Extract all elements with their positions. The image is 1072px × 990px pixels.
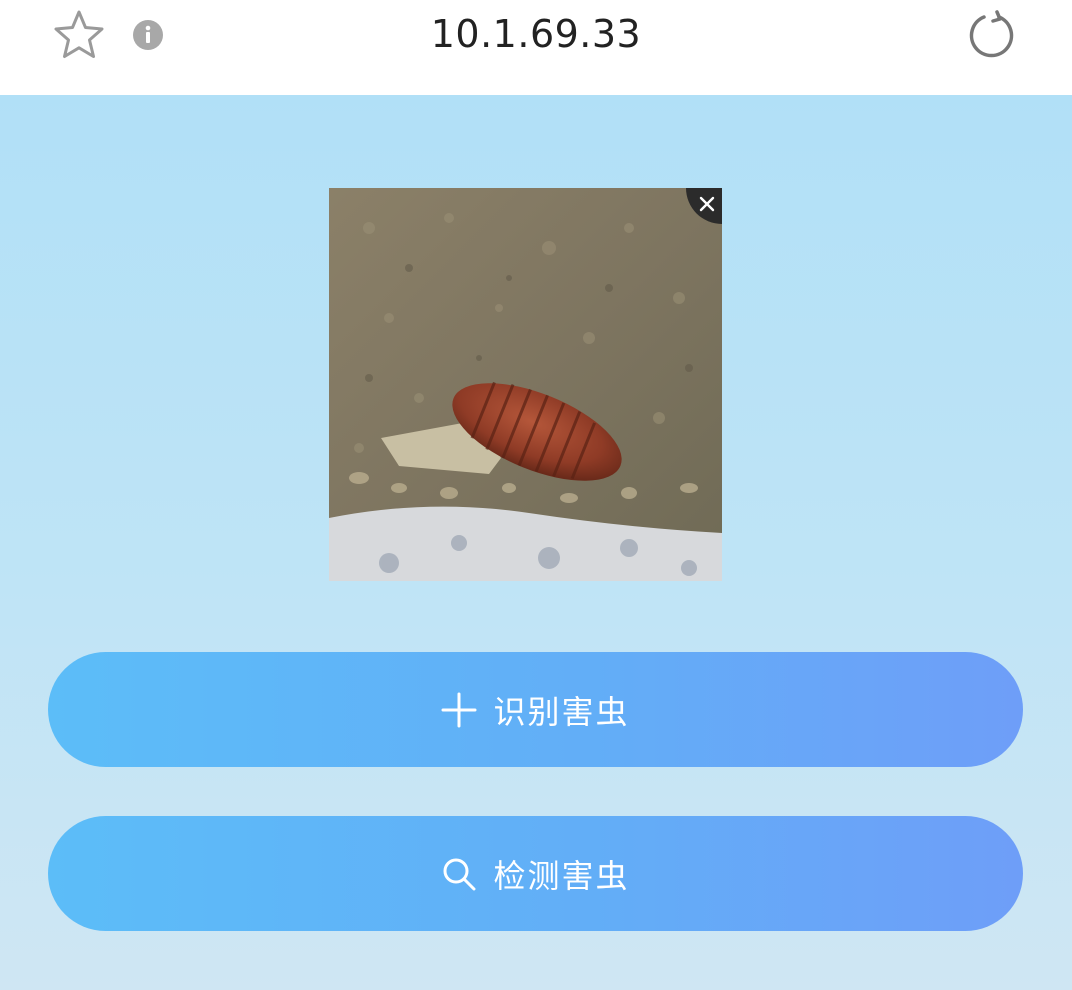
browser-toolbar: 10.1.69.33 [0,0,1072,95]
address-bar[interactable]: 10.1.69.33 [0,12,1072,56]
search-icon [443,858,476,890]
identify-pest-label: 识别害虫 [493,692,630,731]
main-content: 识别害虫 检测害虫 [0,95,1072,990]
uploaded-image-preview [329,188,722,581]
detect-pest-button[interactable]: 检测害虫 [48,816,1023,931]
plus-icon [441,692,477,727]
detect-pest-label: 检测害虫 [493,856,630,895]
close-icon [699,196,715,212]
insect-photo [329,188,722,581]
reload-icon[interactable] [964,8,1018,62]
identify-pest-button[interactable]: 识别害虫 [48,652,1023,767]
